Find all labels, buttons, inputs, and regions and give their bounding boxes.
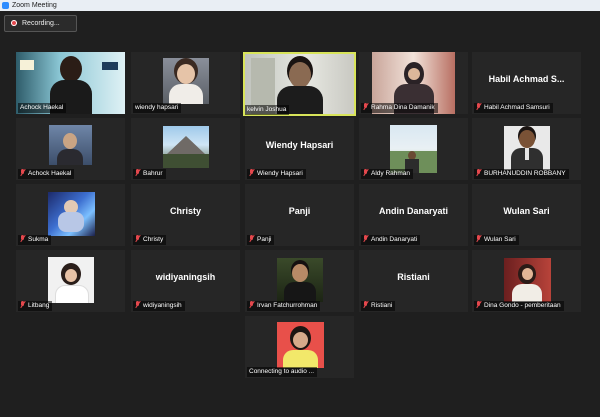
muted-mic-icon xyxy=(20,235,25,242)
participant-tile[interactable]: Habil Achmad S... Habil Achmad Samsuri xyxy=(472,52,581,114)
participant-name-tag: Wiendy Hapsari xyxy=(247,169,306,179)
participant-name-tag: Connecting to audio ... xyxy=(247,367,318,377)
participant-display-name: Habil Achmad S... xyxy=(488,74,565,84)
participant-video xyxy=(390,125,437,173)
participant-tile[interactable]: Aldy Rahman xyxy=(359,118,468,180)
participant-name-tag: wiendy hapsari xyxy=(133,103,182,113)
participant-name-tag: Panji xyxy=(247,235,275,245)
muted-mic-icon xyxy=(249,169,254,176)
participant-display-name: Ristiani xyxy=(397,272,430,282)
participant-tile[interactable]: wiendy hapsari xyxy=(131,52,240,114)
participant-tile[interactable]: Ristiani Ristiani xyxy=(359,250,468,312)
gallery-grid: Achock Haekal wiendy hapsari kelvin Josh… xyxy=(0,0,600,417)
participant-name-tag: Achock Haekal xyxy=(18,169,75,179)
participant-name-tag: widiyaningsih xyxy=(133,301,185,311)
participant-name-tag: Christy xyxy=(133,235,167,245)
participant-video xyxy=(277,322,324,368)
muted-mic-icon xyxy=(135,235,140,242)
participant-tile[interactable]: Dina Gondo - pemberitaan xyxy=(472,250,581,312)
muted-mic-icon xyxy=(135,301,140,308)
participant-tile[interactable]: Wulan Sari Wulan Sari xyxy=(472,184,581,246)
participant-video xyxy=(277,258,323,302)
participant-tile[interactable]: Christy Christy xyxy=(131,184,240,246)
muted-mic-icon xyxy=(249,235,254,242)
participant-tile-active-speaker[interactable]: kelvin Joshua xyxy=(243,52,356,116)
participant-name-tag: Bahrur xyxy=(133,169,166,179)
participant-tile[interactable]: widiyaningsih widiyaningsih xyxy=(131,250,240,312)
participant-name-tag: Litbang xyxy=(18,301,53,311)
participant-name-tag: Aldy Rahman xyxy=(361,169,414,179)
participant-display-name: Wulan Sari xyxy=(503,206,550,216)
participant-video xyxy=(48,192,95,236)
participant-name-tag: Wulan Sari xyxy=(474,235,519,245)
participant-tile[interactable]: Litbang xyxy=(16,250,125,312)
participant-tile[interactable]: Panji Panji xyxy=(245,184,354,246)
muted-mic-icon xyxy=(476,235,481,242)
participant-video xyxy=(163,126,209,168)
participant-tile[interactable]: Sukma xyxy=(16,184,125,246)
participant-name-tag: Irvan Fatchurrohman xyxy=(247,301,321,311)
participant-tile[interactable]: Achock Haekal xyxy=(16,52,125,114)
participant-name-tag: kelvin Joshua xyxy=(245,105,290,115)
muted-mic-icon xyxy=(363,169,368,176)
participant-tile[interactable]: Bahrur xyxy=(131,118,240,180)
muted-mic-icon xyxy=(363,103,368,110)
participant-name-tag: Sukma xyxy=(18,235,52,245)
participant-display-name: Andin Danaryati xyxy=(378,206,448,216)
participant-name-tag: Dina Gondo - pemberitaan xyxy=(474,301,564,311)
participant-video xyxy=(49,125,92,165)
participant-display-name: Wiendy Hapsari xyxy=(265,140,334,150)
participant-tile[interactable]: BURHANUDDIN ROBBANY xyxy=(472,118,581,180)
participant-display-name: widiyaningsih xyxy=(155,272,216,282)
muted-mic-icon xyxy=(476,301,481,308)
participant-name-tag: Achock Haekal xyxy=(18,103,67,113)
participant-tile[interactable]: Andin Danaryati Andin Danaryati xyxy=(359,184,468,246)
participant-name-tag: Andin Danaryati xyxy=(361,235,421,245)
muted-mic-icon xyxy=(363,235,368,242)
muted-mic-icon xyxy=(135,169,140,176)
participant-tile[interactable]: Irvan Fatchurrohman xyxy=(245,250,354,312)
participant-name-tag: Ristiani xyxy=(361,301,396,311)
muted-mic-icon xyxy=(249,301,254,308)
muted-mic-icon xyxy=(476,103,481,110)
muted-mic-icon xyxy=(363,301,368,308)
participant-video xyxy=(163,58,209,104)
participant-video xyxy=(504,126,550,170)
participant-name-tag: Habil Achmad Samsuri xyxy=(474,103,553,113)
participant-tile[interactable]: Connecting to audio ... xyxy=(245,316,354,378)
muted-mic-icon xyxy=(20,169,25,176)
participant-display-name: Panji xyxy=(288,206,311,216)
participant-tile[interactable]: Wiendy Hapsari Wiendy Hapsari xyxy=(245,118,354,180)
participant-tile[interactable]: Achock Haekal xyxy=(16,118,125,180)
participant-video xyxy=(48,257,94,303)
participant-name-tag: Rahma Dina Damanik xyxy=(361,103,438,113)
participant-name-tag: BURHANUDDIN ROBBANY xyxy=(474,169,569,179)
muted-mic-icon xyxy=(20,301,25,308)
participant-video xyxy=(504,258,551,302)
muted-mic-icon xyxy=(476,169,481,176)
participant-tile[interactable]: Rahma Dina Damanik xyxy=(359,52,468,114)
participant-display-name: Christy xyxy=(169,206,201,216)
